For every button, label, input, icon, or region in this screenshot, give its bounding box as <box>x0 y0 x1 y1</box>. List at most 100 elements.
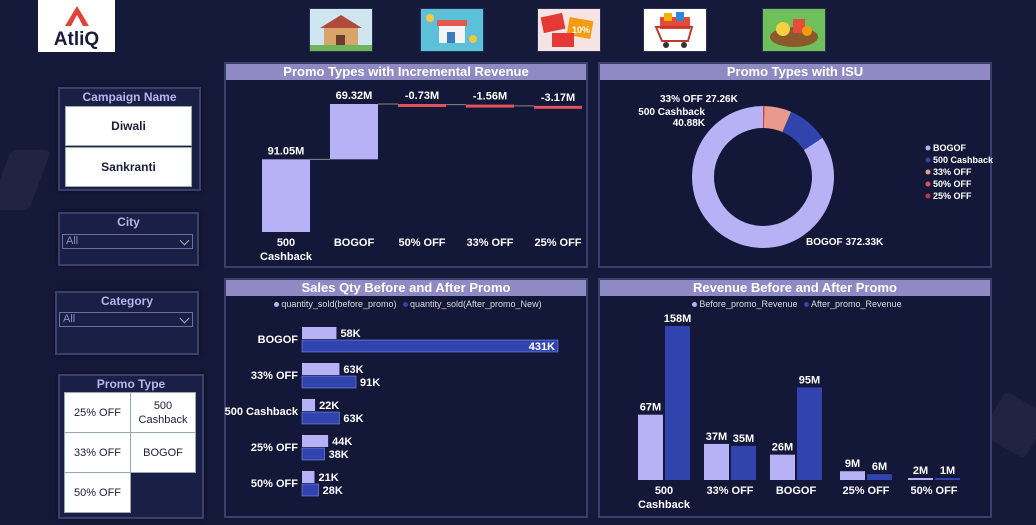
waterfall-category-label: 50% OFF <box>398 237 445 249</box>
house-icon[interactable] <box>309 8 373 52</box>
category-dropdown[interactable]: All <box>59 312 193 327</box>
sales-qty-bar <box>302 471 315 483</box>
donut-data-label: BOGOF 372.33K <box>806 237 884 248</box>
revenue-category-label: 33% OFF <box>706 485 753 497</box>
donut-legend-label: BOGOF <box>933 143 967 153</box>
revenue-bar <box>665 326 690 480</box>
waterfall-bar <box>398 104 446 107</box>
sales-qty-data-label: 38K <box>329 449 349 461</box>
sales-qty-data-label: 21K <box>318 472 338 484</box>
sales-qty-bar <box>301 411 340 425</box>
svg-text:10%: 10% <box>572 25 590 35</box>
revenue-bar <box>770 454 795 480</box>
promo-type-slicer: Promo Type 25% OFF 500 Cashback 33% OFF … <box>58 374 204 519</box>
incremental-revenue-panel: Promo Types with Incremental Revenue 91.… <box>224 62 588 268</box>
sales-qty-bar <box>302 435 329 447</box>
sales-qty-bar <box>302 327 337 339</box>
campaign-option-diwali[interactable]: Diwali <box>65 106 192 146</box>
legend-dot <box>925 193 931 199</box>
revenue-bar <box>908 478 933 480</box>
revenue-bar <box>704 443 729 480</box>
revenue-data-label: 26M <box>772 442 793 454</box>
donut-legend-label: 50% OFF <box>933 179 972 189</box>
atliq-logo-mark <box>64 5 89 26</box>
waterfall-bar <box>262 159 310 232</box>
revenue-data-label: 6M <box>872 461 887 473</box>
revenue-category-label: BOGOF <box>776 485 817 497</box>
city-slicer: City All <box>58 212 199 266</box>
campaign-slicer: Campaign Name Diwali Sankranti <box>58 87 201 191</box>
sales-qty-data-label: 431K <box>529 341 555 353</box>
waterfall-category-label: 500 Cashback <box>260 237 313 263</box>
sales-qty-bar <box>301 339 559 353</box>
waterfall-category-label: 25% OFF <box>534 237 581 249</box>
incremental-revenue-chart: 91.05M 500 Cashback 69.32M BOGOF -0.73M 50% OF… <box>260 90 582 263</box>
sales-qty-data-label: 63K <box>343 364 363 376</box>
promo-option-50-off[interactable]: 50% OFF <box>64 472 131 513</box>
revenue-category-label: 50% OFF <box>910 485 957 497</box>
promo-option-bogof[interactable]: BOGOF <box>130 432 196 473</box>
revenue-data-label: 158M <box>664 313 692 325</box>
revenue-data-label: 9M <box>845 458 860 470</box>
sales-qty-data-label: 91K <box>360 377 380 389</box>
shop-icon[interactable] <box>420 8 484 52</box>
campaign-option-sankranti[interactable]: Sankranti <box>65 147 192 187</box>
sales-qty-data-label: 28K <box>323 485 343 497</box>
promo-option-25-off[interactable]: 25% OFF <box>64 392 131 433</box>
donut-data-label: 40.88K <box>673 118 706 129</box>
campaign-slicer-title: Campaign Name <box>82 90 177 104</box>
donut-legend-label: 25% OFF <box>933 191 972 201</box>
sales-qty-category-label: 25% OFF <box>251 442 298 454</box>
revenue-category-label: 500 Cashback <box>638 485 691 511</box>
waterfall-category-label: 33% OFF <box>466 237 513 249</box>
groceries-icon[interactable] <box>762 8 826 52</box>
category-slicer: Category All <box>55 291 199 355</box>
sales-qty-data-label: 44K <box>332 436 352 448</box>
chevron-down-icon <box>179 235 190 246</box>
waterfall-bar <box>534 105 582 109</box>
revenue-panel: Revenue Before and After Promo Before_pr… <box>598 278 992 518</box>
sales-qty-bar <box>301 483 319 497</box>
legend-dot <box>925 145 931 151</box>
isu-panel: Promo Types with ISU BOGOF 372.33K 500 Ca… <box>598 62 994 268</box>
shopping-cart-icon[interactable] <box>643 8 707 52</box>
revenue-bar <box>638 414 663 480</box>
promo-option-33-off[interactable]: 33% OFF <box>64 432 131 473</box>
revenue-bar <box>797 387 822 480</box>
sales-qty-bar <box>301 375 357 389</box>
revenue-data-label: 37M <box>706 431 727 443</box>
waterfall-bar <box>330 104 378 160</box>
waterfall-data-label: -0.73M <box>405 90 439 102</box>
sales-qty-category-label: 33% OFF <box>251 370 298 382</box>
waterfall-category-label: BOGOF <box>334 237 375 249</box>
legend-dot <box>925 169 931 175</box>
background-shape <box>0 150 51 210</box>
donut-legend-label: 33% OFF <box>933 167 972 177</box>
category-slicer-title: Category <box>100 294 153 308</box>
city-dropdown[interactable]: All <box>62 234 193 249</box>
revenue-data-label: 1M <box>940 465 955 477</box>
sales-qty-chart: BOGOF 58K431K33% OFF 63K91K500 Cashback 22K… <box>225 327 559 497</box>
donut-data-label: 500 Cashback <box>638 107 705 118</box>
revenue-data-label: 67M <box>640 402 661 414</box>
revenue-chart: 67M 158M 500 Cashback 37M 35M 33% OFF 26M 95M BOG… <box>638 313 960 511</box>
revenue-category-label: 25% OFF <box>842 485 889 497</box>
sales-qty-data-label: 63K <box>343 413 363 425</box>
legend-dot <box>925 157 931 163</box>
waterfall-data-label: 91.05M <box>268 145 305 157</box>
sales-qty-bar <box>302 399 316 411</box>
revenue-data-label: 2M <box>913 465 928 477</box>
promo-option-500-cashback[interactable]: 500 Cashback <box>130 392 196 433</box>
revenue-bar <box>935 478 960 480</box>
sales-qty-category-label: 50% OFF <box>251 478 298 490</box>
legend-dot <box>925 181 931 187</box>
sales-qty-panel: Sales Qty Before and After Promo quantit… <box>224 278 588 518</box>
sale-tag-icon[interactable]: 10% <box>537 8 601 52</box>
atliq-logo: AtliQ <box>38 0 115 52</box>
sales-qty-bar <box>302 363 340 375</box>
sales-qty-data-label: 22K <box>319 400 339 412</box>
waterfall-bar <box>466 104 514 108</box>
isu-donut-chart: BOGOF 372.33K 500 Cashback40.88K 33% OFF 2… <box>638 94 994 248</box>
revenue-bar <box>867 474 892 480</box>
revenue-data-label: 35M <box>733 433 754 445</box>
